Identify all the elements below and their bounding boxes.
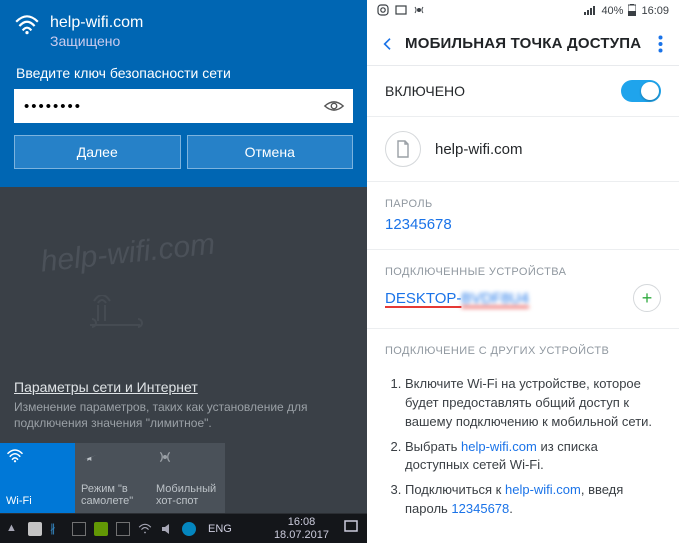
tray-msg-icon[interactable] <box>72 522 86 536</box>
taskbar-lang[interactable]: ENG <box>202 523 238 535</box>
chevron-up-icon[interactable]: ▲ <box>6 522 20 536</box>
wifi-password-input[interactable] <box>14 89 353 123</box>
tile-airplane[interactable]: Режим "всамолете" <box>75 443 150 513</box>
ssid-row[interactable]: help-wifi.com <box>367 117 679 182</box>
network-settings-block: Параметры сети и Интернет Изменение пара… <box>14 379 334 431</box>
action-center-icon[interactable] <box>335 519 367 538</box>
wifi-icon <box>6 449 69 466</box>
tray-bluetooth-icon[interactable]: ∦ <box>50 522 64 536</box>
next-button[interactable]: Далее <box>14 135 181 169</box>
password-label: ПАРОЛЬ <box>367 182 679 216</box>
taskbar: ▲ ∦ ENG 16:08 18.07.2017 <box>0 513 367 543</box>
tray-nvidia-icon[interactable] <box>94 522 108 536</box>
notif-icon <box>395 4 407 19</box>
add-device-button[interactable]: + <box>633 284 661 312</box>
device-row[interactable]: DESKTOP-BVDF8U4 + <box>367 284 679 328</box>
tray-power-icon[interactable] <box>116 522 130 536</box>
wifi-status: Защищено <box>50 33 143 49</box>
airplane-icon <box>81 449 144 468</box>
tile-hotspot[interactable]: Мобильныйхот-спот <box>150 443 225 513</box>
step-1: Включите Wi-Fi на устройстве, которое бу… <box>405 375 661 432</box>
network-settings-desc: Изменение параметров, таких как установл… <box>14 399 334 431</box>
instagram-icon <box>377 4 389 19</box>
appbar-title: МОБИЛЬНАЯ ТОЧКА ДОСТУПА <box>405 35 645 52</box>
menu-icon[interactable] <box>645 35 675 53</box>
hotspot-status-icon <box>413 4 425 19</box>
tile-wifi[interactable]: Wi-Fi <box>0 443 75 513</box>
signal-icon <box>584 5 596 18</box>
enabled-toggle[interactable] <box>621 80 661 102</box>
wifi-ssid: help-wifi.com <box>50 14 143 32</box>
eye-icon[interactable] <box>323 95 345 122</box>
instructions: Включите Wi-Fi на устройстве, которое бу… <box>367 363 679 539</box>
document-icon <box>385 131 421 167</box>
wifi-icon <box>14 14 40 41</box>
devices-label: ПОДКЛЮЧЕННЫЕ УСТРОЙСТВА <box>367 250 679 284</box>
status-clock: 16:09 <box>641 5 669 17</box>
enabled-label: ВКЛЮЧЕНО <box>385 83 465 99</box>
battery-icon <box>628 4 636 19</box>
android-hotspot-panel: 40% 16:09 МОБИЛЬНАЯ ТОЧКА ДОСТУПА ВКЛЮЧЕ… <box>367 0 679 543</box>
device-name: DESKTOP-BVDF8U4 <box>385 290 529 307</box>
step-2: Выбрать help-wifi.com из списка доступны… <box>405 438 661 476</box>
cancel-button[interactable]: Отмена <box>187 135 354 169</box>
watermark-text: help-wifi.com <box>39 214 341 279</box>
password-value[interactable]: 12345678 <box>367 216 679 249</box>
network-settings-link[interactable]: Параметры сети и Интернет <box>14 379 334 395</box>
tray-onedrive-icon[interactable] <box>28 522 42 536</box>
quick-tiles: Wi-Fi Режим "всамолете" Мобильныйхот-спо… <box>0 443 367 513</box>
router-icon <box>80 295 150 338</box>
wifi-prompt: Введите ключ безопасности сети <box>16 65 351 81</box>
other-conn-label: ПОДКЛЮЧЕНИЕ С ДРУГИХ УСТРОЙСТВ <box>367 329 679 363</box>
taskbar-clock[interactable]: 16:08 18.07.2017 <box>268 516 335 540</box>
wifi-connect-card: help-wifi.com Защищено Введите ключ безо… <box>0 0 367 187</box>
tray-app-icon[interactable] <box>182 522 196 536</box>
tray-network-icon[interactable] <box>138 522 152 536</box>
tray-volume-icon[interactable] <box>160 522 174 536</box>
step-3: Подключиться к help-wifi.com, введя паро… <box>405 481 661 519</box>
enabled-row[interactable]: ВКЛЮЧЕНО <box>367 66 679 117</box>
android-statusbar: 40% 16:09 <box>367 0 679 22</box>
appbar: МОБИЛЬНАЯ ТОЧКА ДОСТУПА <box>367 22 679 66</box>
ssid-value: help-wifi.com <box>435 141 523 158</box>
back-icon[interactable] <box>371 36 405 52</box>
windows-wifi-panel: help-wifi.com Защищено Введите ключ безо… <box>0 0 367 543</box>
hotspot-icon <box>156 449 219 468</box>
battery-percent: 40% <box>601 5 623 17</box>
